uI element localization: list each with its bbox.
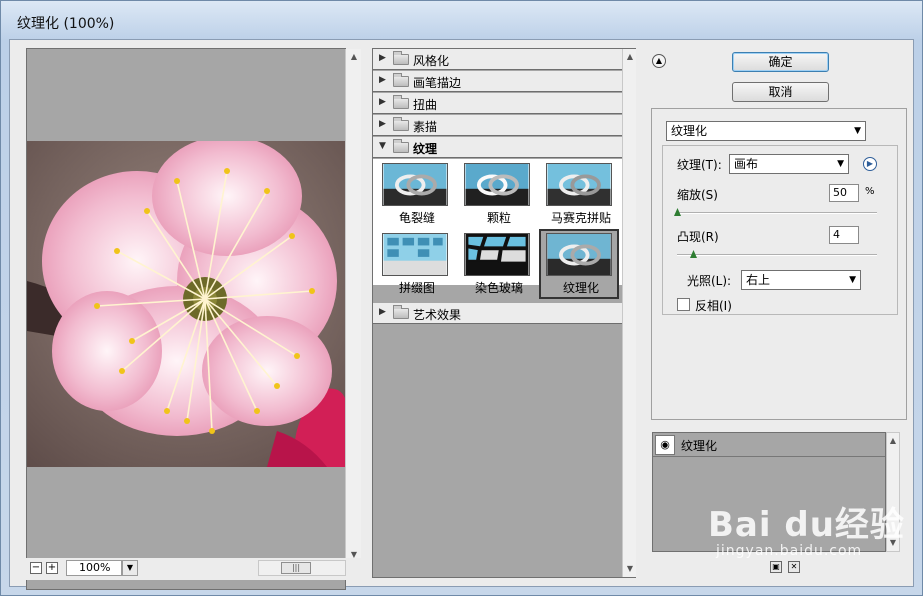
thumbnail-image (546, 233, 612, 276)
preview-horizontal-scrollbar[interactable]: ||| (258, 560, 346, 576)
watermark-brand: Bai du经验 (708, 505, 905, 545)
folder-icon (393, 95, 409, 109)
filter-select-value: 纹理化 (671, 124, 708, 138)
invert-checkbox[interactable] (677, 298, 690, 311)
zoom-level-field[interactable]: 100% (66, 560, 122, 576)
scaling-input[interactable]: 50 (829, 184, 859, 202)
scroll-thumb[interactable]: ||| (281, 562, 311, 574)
thumbnail-label: 纹理化 (562, 281, 599, 295)
thumbnail-image (464, 233, 530, 276)
eye-icon[interactable]: ◉ (655, 435, 675, 455)
dropdown-arrow-icon: ▼ (837, 159, 844, 169)
thumbnail-image (382, 233, 448, 276)
new-effect-layer-icon[interactable]: ▣ (770, 561, 782, 573)
expand-arrow-icon: ▶ (379, 119, 386, 129)
folder-icon (393, 305, 409, 319)
texture-filter-thumbnails: 龟裂缝 颗粒 马赛克拼贴 拼缀图 染色玻璃 纹理化 (373, 159, 622, 299)
thumbnail-label: 龟裂缝 (398, 211, 435, 225)
zoom-bar: − + 100% ▼ ||| (26, 558, 363, 580)
category-label: 艺术效果 (413, 308, 462, 322)
filter-thumb-stained-glass[interactable]: 染色玻璃 (459, 231, 539, 301)
filter-thumb-craquelure[interactable]: 龟裂缝 (377, 161, 457, 231)
texture-menu-icon[interactable]: ▶ (863, 157, 877, 171)
layers-toolbar: ▣ ✕ (652, 558, 902, 578)
zoom-out-button[interactable]: − (30, 562, 42, 574)
collapse-arrow-icon: ▼ (379, 141, 386, 151)
cancel-button[interactable]: 取消 (732, 82, 829, 102)
scaling-unit: % (865, 186, 875, 197)
category-label: 风格化 (413, 54, 450, 68)
filter-thumb-grain[interactable]: 颗粒 (459, 161, 539, 231)
thumbnail-label: 颗粒 (486, 211, 511, 225)
window-title: 纹理化 (100%) (17, 16, 115, 32)
effect-layer-row[interactable]: ◉ 纹理化 (653, 433, 885, 457)
filter-settings-panel: 纹理化 ▼ 纹理(T): 画布 ▼ ▶ 缩放(S) 50 % 凸现(R) 4 光… (651, 108, 907, 420)
zoom-dropdown-icon[interactable]: ▼ (122, 560, 138, 576)
scroll-up-icon[interactable]: ▲ (887, 433, 899, 449)
thumbnail-image (464, 163, 530, 206)
filter-thumb-texturizer[interactable]: 纹理化 (539, 229, 619, 299)
collapse-gallery-icon[interactable]: ▲ (652, 54, 666, 68)
expand-arrow-icon: ▶ (379, 75, 386, 85)
scroll-up-icon[interactable]: ▲ (623, 49, 637, 65)
texture-select-value: 画布 (734, 157, 759, 171)
category-distort[interactable]: ▶ 扭曲 (373, 93, 622, 114)
category-label: 扭曲 (413, 98, 438, 112)
scaling-slider-knob[interactable] (674, 208, 681, 216)
folder-icon (393, 51, 409, 65)
expand-arrow-icon: ▶ (379, 53, 386, 63)
thumbnail-label: 马赛克拼贴 (550, 211, 611, 225)
scaling-label: 缩放(S) (677, 188, 718, 202)
light-label: 光照(L): (687, 274, 732, 288)
scroll-down-icon[interactable]: ▼ (623, 561, 637, 577)
relief-input[interactable]: 4 (829, 226, 859, 244)
preview-pane[interactable]: ▲ ▼ (26, 48, 361, 590)
category-stylize[interactable]: ▶ 风格化 (373, 49, 622, 70)
folder-icon (393, 117, 409, 131)
title-bar[interactable]: 纹理化 (100%) (1, 1, 922, 39)
relief-label: 凸现(R) (677, 230, 719, 244)
expand-arrow-icon: ▶ (379, 307, 386, 317)
filter-select[interactable]: 纹理化 ▼ (666, 121, 866, 141)
category-texture[interactable]: ▼ 纹理 (373, 137, 622, 158)
baidu-watermark: Bai du经验 jingyan.baidu.com (708, 497, 908, 559)
category-label: 画笔描边 (413, 76, 462, 90)
expand-arrow-icon: ▶ (379, 97, 386, 107)
effect-layer-name: 纹理化 (681, 439, 718, 453)
zoom-in-button[interactable]: + (46, 562, 58, 574)
category-label: 纹理 (413, 142, 438, 156)
thumbnail-image (546, 163, 612, 206)
watermark-url: jingyan.baidu.com (716, 543, 863, 559)
folder-open-icon (393, 139, 409, 153)
filter-thumb-mosaic-tiles[interactable]: 马赛克拼贴 (541, 161, 621, 231)
texture-select[interactable]: 画布 ▼ (729, 154, 849, 174)
thumbnail-label: 染色玻璃 (474, 281, 523, 295)
filter-gallery-window: 纹理化 (100%) ▲ ▼ − + 100% ▼ ||| ▶ 风格化 ▶ 画笔… (0, 0, 923, 596)
thumbnail-label: 拼缀图 (398, 281, 435, 295)
scaling-slider[interactable] (674, 208, 877, 216)
relief-slider[interactable] (677, 250, 877, 258)
category-sketch[interactable]: ▶ 素描 (373, 115, 622, 136)
thumbnail-image (382, 163, 448, 206)
dropdown-arrow-icon: ▼ (849, 275, 856, 285)
preview-vertical-scrollbar[interactable]: ▲ ▼ (345, 49, 361, 563)
filter-thumb-patchwork[interactable]: 拼缀图 (377, 231, 457, 301)
light-select[interactable]: 右上 ▼ (741, 270, 861, 290)
category-artistic[interactable]: ▶ 艺术效果 (373, 303, 622, 324)
filter-gallery: ▶ 风格化 ▶ 画笔描边 ▶ 扭曲 ▶ 素描 ▼ 纹理 龟裂缝 颗粒 马赛克拼贴… (372, 48, 636, 578)
filter-parameters: 纹理(T): 画布 ▼ ▶ 缩放(S) 50 % 凸现(R) 4 光照(L): (662, 145, 898, 315)
scroll-up-icon[interactable]: ▲ (346, 49, 362, 65)
category-brush-strokes[interactable]: ▶ 画笔描边 (373, 71, 622, 92)
gallery-scrollbar[interactable]: ▲ ▼ (622, 49, 636, 577)
ok-button[interactable]: 确定 (732, 52, 829, 72)
preview-image (27, 141, 347, 467)
dropdown-arrow-icon: ▼ (854, 126, 861, 136)
texture-label: 纹理(T): (677, 158, 722, 172)
light-select-value: 右上 (746, 273, 771, 287)
folder-icon (393, 73, 409, 87)
invert-label: 反相(I) (695, 299, 732, 313)
category-label: 素描 (413, 120, 438, 134)
relief-slider-knob[interactable] (690, 250, 697, 258)
delete-effect-layer-icon[interactable]: ✕ (788, 561, 800, 573)
